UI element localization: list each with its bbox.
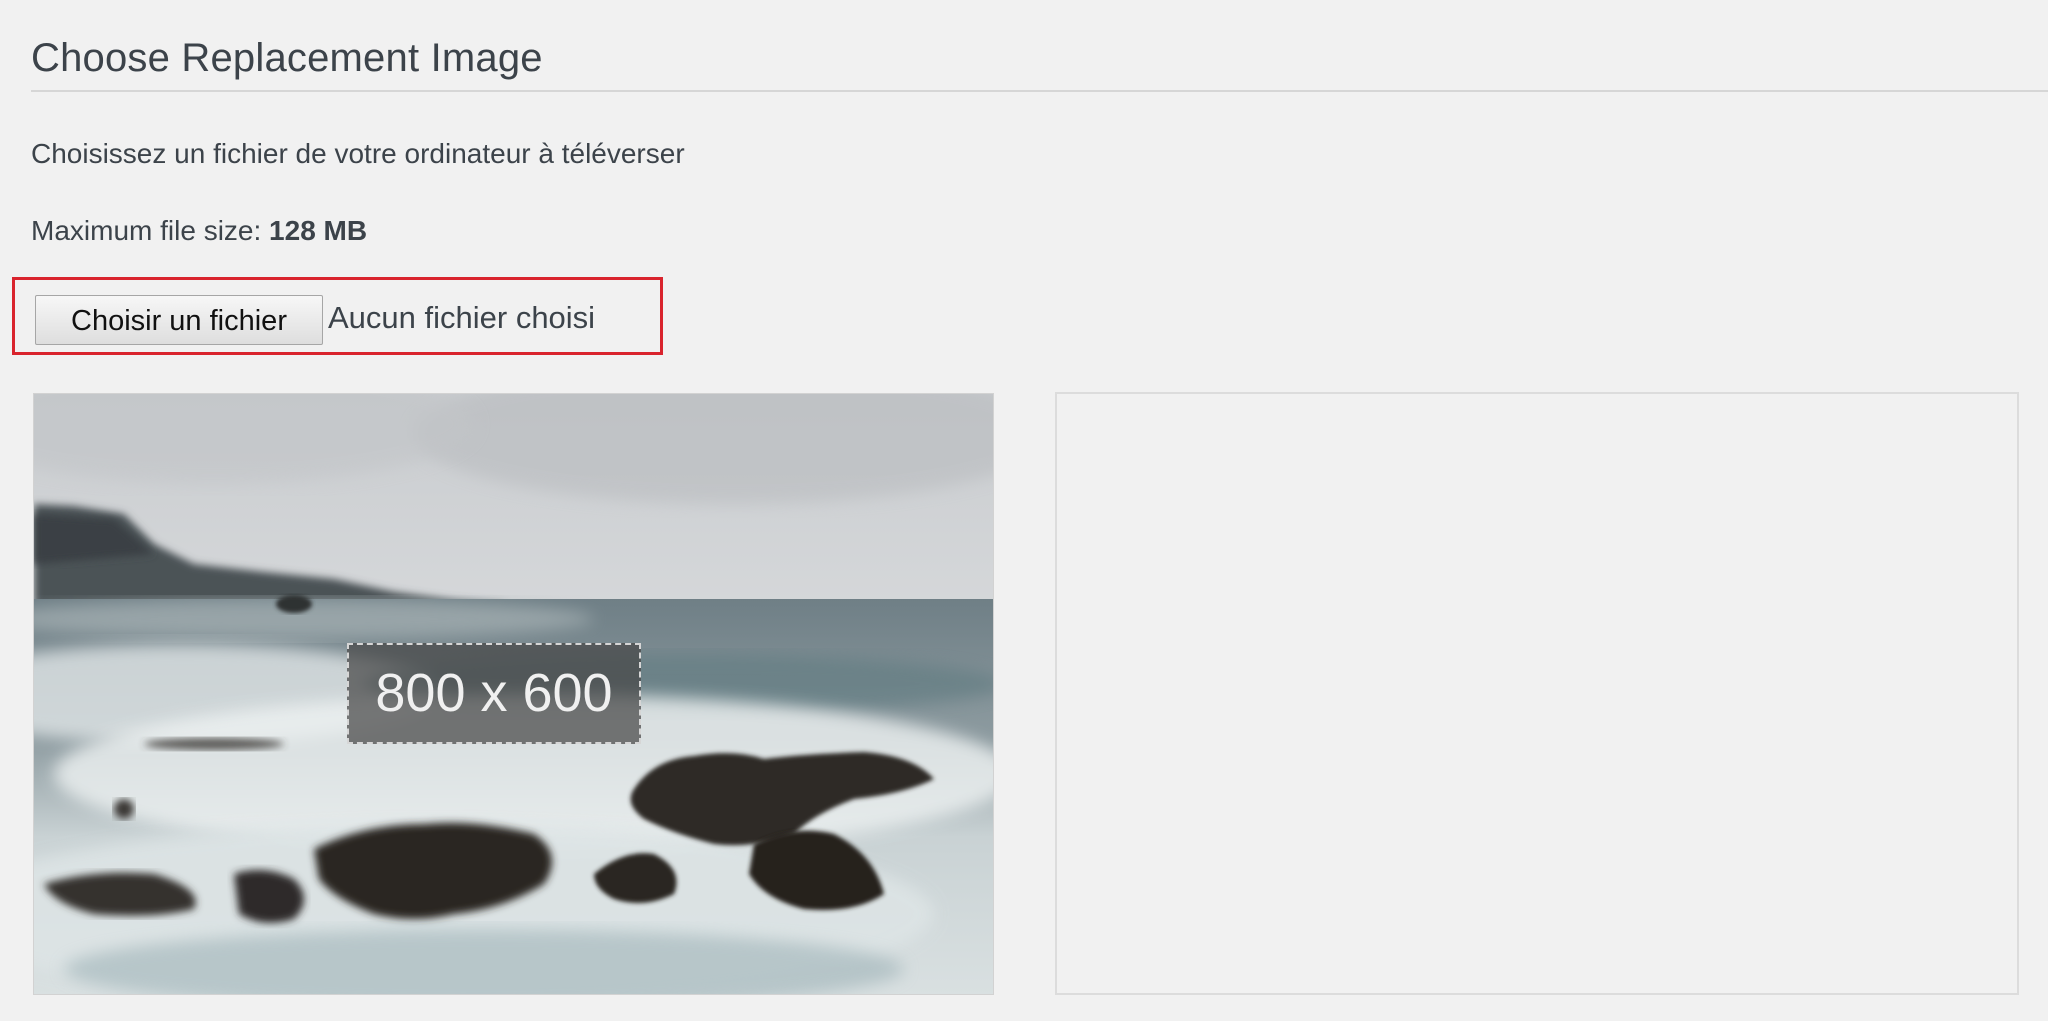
max-file-size-value: 128 MB: [269, 215, 368, 246]
replacement-image-page: Choose Replacement Image Choisissez un f…: [0, 0, 2048, 1021]
title-divider: [31, 90, 2048, 92]
max-file-size: Maximum file size: 128 MB: [31, 214, 367, 248]
replacement-image-preview: [1055, 392, 2019, 995]
choose-file-button[interactable]: Choisir un fichier: [35, 295, 323, 345]
max-file-size-label: Maximum file size:: [31, 215, 270, 246]
file-status-text: Aucun fichier choisi: [328, 300, 596, 335]
page-title: Choose Replacement Image: [31, 36, 543, 80]
upload-description: Choisissez un fichier de votre ordinateu…: [31, 138, 685, 169]
image-dimensions-label: 800 x 600: [347, 643, 641, 744]
file-input-highlight: Choisir un fichier Aucun fichier choisi: [12, 277, 663, 355]
current-image-preview: 800 x 600: [33, 393, 994, 995]
